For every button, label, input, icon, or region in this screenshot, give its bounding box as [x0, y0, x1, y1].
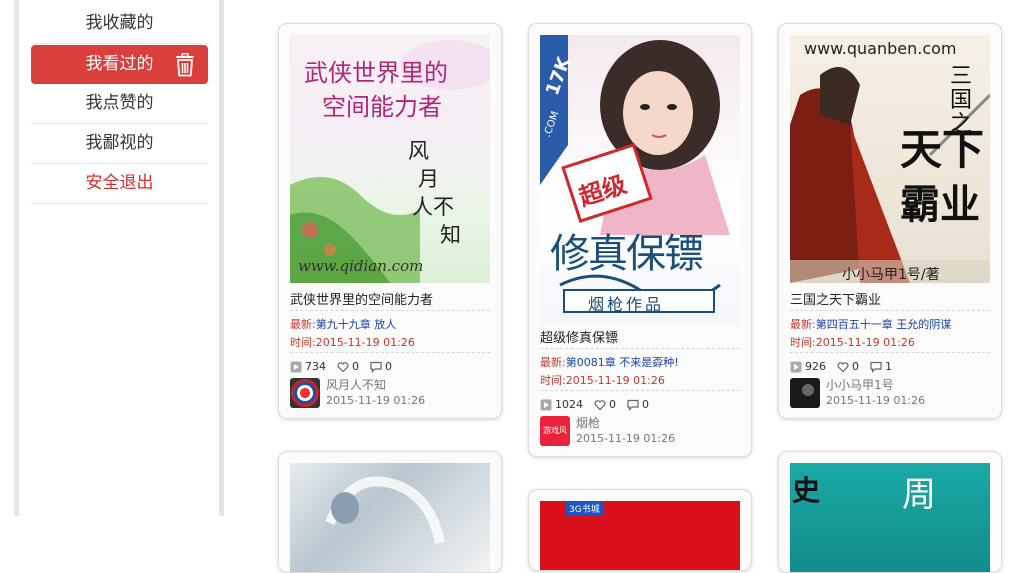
like-count: 0: [352, 360, 359, 373]
book-cover[interactable]: 17K .COM 超级 修真保镖 烟枪作品: [540, 35, 740, 322]
author-name[interactable]: 风月人不知: [326, 378, 425, 393]
book-cover[interactable]: 3G书城: [540, 501, 740, 570]
chapter-link[interactable]: 第0081章 不来是孬种!: [566, 356, 679, 369]
cover-author: 知: [440, 223, 461, 247]
book-stats: 1024 0 0: [540, 398, 649, 411]
book-stats: 734 0 0: [290, 360, 392, 373]
cover-author: 人不: [412, 195, 454, 219]
play-icon: [790, 361, 802, 372]
comment-icon[interactable]: [627, 399, 639, 411]
cover-watermark: www.qidian.com: [298, 257, 424, 275]
book-cover[interactable]: 武侠世界里的 空间能力者 风 月 人不 知 www.qidian.com: [290, 35, 490, 283]
trash-icon[interactable]: [174, 53, 196, 77]
sidebar-item-viewed[interactable]: 我看过的: [31, 45, 208, 84]
play-icon: [290, 361, 302, 372]
cover-author: 月: [418, 167, 439, 191]
cover-title: 史: [792, 474, 821, 507]
cover-art: [325, 476, 445, 545]
play-icon: [540, 399, 552, 410]
cover-title: 修真保镖: [550, 231, 704, 277]
sidebar-menu: 我收藏的 我看过的 我点赞的 我鄙视的 安全退出: [31, 4, 208, 204]
book-cover[interactable]: [290, 463, 490, 572]
latest-chapter: 最新:第九十九章 放人: [290, 318, 397, 331]
latest-chapter: 最新:第四百五十一章 王允的阴谋: [790, 318, 952, 331]
author-time: 2015-11-19 01:26: [826, 394, 926, 407]
cover-watermark: www.quanben.com: [804, 39, 957, 58]
book-title[interactable]: 三国之天下霸业: [790, 289, 881, 308]
sidebar-item-label: 我看过的: [85, 54, 154, 74]
author-name[interactable]: 烟枪: [576, 416, 675, 431]
heart-icon[interactable]: [337, 361, 349, 373]
book-card[interactable]: 史 周: [778, 451, 1002, 573]
cover-author: 风: [408, 139, 429, 163]
view-count: 1024: [555, 398, 583, 411]
sidebar-item-label: 我收藏的: [85, 13, 154, 33]
avatar[interactable]: [290, 378, 320, 408]
avatar[interactable]: [790, 378, 820, 408]
avatar-label: 游戏风: [543, 426, 567, 435]
book-card[interactable]: [278, 451, 502, 573]
sidebar-left-stripe: [14, 0, 19, 516]
sidebar-divider: [219, 0, 224, 516]
like-count: 0: [852, 360, 859, 373]
cover-title: 周: [902, 475, 936, 515]
chapter-link[interactable]: 第四百五十一章 王允的阴谋: [816, 318, 952, 331]
update-time: 时间:2015-11-19 01:26: [540, 374, 665, 387]
comment-icon[interactable]: [370, 361, 382, 373]
sidebar-item-label: 我鄙视的: [85, 133, 154, 153]
author-time: 2015-11-19 01:26: [326, 394, 426, 407]
dislike-count: 0: [385, 360, 392, 373]
divider: [790, 352, 990, 353]
sidebar-item-label: 我点赞的: [85, 93, 154, 113]
latest-chapter: 最新:第0081章 不来是孬种!: [540, 356, 679, 369]
author-block[interactable]: 小小马甲1号 2015-11-19 01:26: [790, 378, 925, 408]
cover-brand: 3G书城: [566, 502, 603, 515]
cover-title: 霸业: [900, 181, 980, 228]
divider: [290, 352, 490, 353]
book-card[interactable]: 3G书城: [528, 489, 752, 571]
cover-title: 空间能力者: [322, 93, 442, 121]
book-stats: 926 0 1: [790, 360, 892, 373]
author-block[interactable]: 风月人不知 2015-11-19 01:26: [290, 378, 425, 408]
sidebar-item-liked[interactable]: 我点赞的: [31, 84, 208, 124]
update-time: 时间:2015-11-19 01:26: [290, 336, 415, 349]
author-name[interactable]: 小小马甲1号: [826, 378, 925, 393]
sidebar-item-logout[interactable]: 安全退出: [31, 164, 208, 204]
cover-author: 烟枪作品: [588, 295, 665, 314]
sidebar-item-despised[interactable]: 我鄙视的: [31, 124, 208, 164]
chapter-link[interactable]: 第九十九章 放人: [316, 318, 397, 331]
divider: [790, 310, 990, 311]
cover-title: 武侠世界里的: [304, 59, 448, 87]
dislike-count: 1: [885, 360, 892, 373]
book-title[interactable]: 武侠世界里的空间能力者: [290, 289, 433, 308]
book-card[interactable]: 17K .COM 超级 修真保镖 烟枪作品 超级修真保镖 最新:第0081章 不…: [528, 23, 752, 457]
cover-author: 小小马甲1号/著: [842, 267, 940, 283]
book-cover[interactable]: 史 周: [790, 463, 990, 572]
view-count: 734: [305, 360, 326, 373]
view-count: 926: [805, 360, 826, 373]
like-count: 0: [609, 398, 616, 411]
author-time: 2015-11-19 01:26: [576, 432, 676, 445]
book-title[interactable]: 超级修真保镖: [540, 327, 618, 346]
book-cover[interactable]: www.quanben.com 三国之 天下 霸业 小小马甲1号/著: [790, 35, 990, 283]
sidebar-item-label: 安全退出: [85, 173, 154, 193]
sidebar: 我收藏的 我看过的 我点赞的 我鄙视的 安全退出: [0, 0, 230, 516]
heart-icon[interactable]: [837, 361, 849, 373]
divider: [540, 348, 740, 349]
dislike-count: 0: [642, 398, 649, 411]
avatar[interactable]: 游戏风: [540, 416, 570, 446]
divider: [290, 310, 490, 311]
comment-icon[interactable]: [870, 361, 882, 373]
book-card[interactable]: 武侠世界里的 空间能力者 风 月 人不 知 www.qidian.com 武侠世…: [278, 23, 502, 419]
cover-title: 天下: [900, 125, 985, 174]
divider: [540, 390, 740, 391]
sidebar-item-favorites[interactable]: 我收藏的: [31, 4, 208, 44]
author-block[interactable]: 游戏风 烟枪 2015-11-19 01:26: [540, 416, 675, 446]
book-card[interactable]: www.quanben.com 三国之 天下 霸业 小小马甲1号/著 三国之天下…: [778, 23, 1002, 419]
heart-icon[interactable]: [594, 399, 606, 411]
update-time: 时间:2015-11-19 01:26: [790, 336, 915, 349]
